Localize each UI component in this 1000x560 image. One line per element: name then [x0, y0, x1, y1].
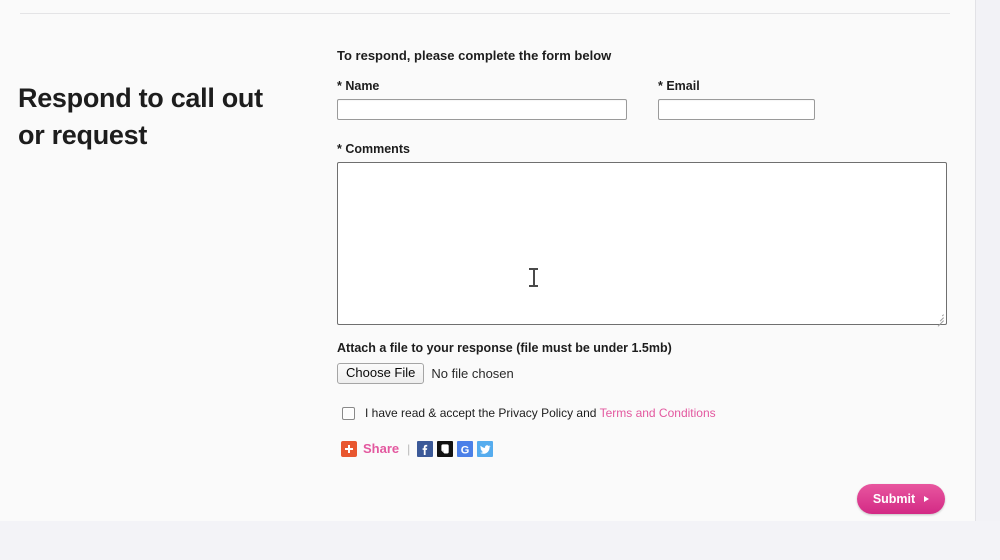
file-input-row: Choose File No file chosen [337, 363, 947, 384]
comments-label: * Comments [337, 142, 410, 156]
attachment-field-group: Attach a file to your response (file mus… [337, 341, 947, 384]
consent-checkbox[interactable] [342, 407, 355, 420]
submit-button-label: Submit [872, 492, 916, 506]
arrow-right-icon [924, 496, 930, 502]
name-field-group: * Name [337, 79, 627, 120]
share-separator: | [407, 442, 411, 456]
page-content-area: Respond to call out or request To respon… [0, 0, 976, 521]
svg-text:G: G [461, 444, 470, 456]
page-title-line-2: or request [18, 120, 148, 151]
choose-file-button[interactable]: Choose File [337, 363, 425, 384]
comments-textarea-wrapper [337, 162, 947, 327]
consent-text: I have read & accept the Privacy Policy … [365, 406, 600, 420]
name-email-row: * Name * Email [337, 79, 947, 120]
comments-field-group: * Comments [337, 142, 947, 327]
attach-file-label: Attach a file to your response (file mus… [337, 341, 672, 355]
twitter-share-icon[interactable] [477, 441, 494, 457]
submit-button[interactable]: Submit [857, 484, 945, 514]
file-status-text: No file chosen [431, 366, 514, 381]
name-label: * Name [337, 79, 380, 93]
page-title-line-1: Respond to call out [18, 83, 263, 114]
top-divider [20, 13, 950, 14]
google-share-icon[interactable]: G [457, 441, 474, 457]
evernote-share-icon[interactable] [437, 441, 454, 457]
addthis-share-bar: Share | G [337, 441, 947, 457]
comments-textarea[interactable] [337, 162, 947, 325]
terms-and-conditions-link[interactable]: Terms and Conditions [600, 406, 716, 420]
share-label[interactable]: Share [363, 441, 399, 457]
respond-form: To respond, please complete the form bel… [337, 48, 947, 457]
consent-row: I have read & accept the Privacy Policy … [337, 406, 947, 421]
email-input[interactable] [658, 99, 815, 120]
page-title: Respond to call out or request [18, 80, 318, 154]
consent-label: I have read & accept the Privacy Policy … [365, 406, 716, 421]
form-intro-text: To respond, please complete the form bel… [337, 48, 612, 63]
addthis-plus-icon[interactable] [341, 441, 357, 457]
facebook-share-icon[interactable] [417, 441, 434, 457]
email-label: * Email [658, 79, 700, 93]
page-bottom-strip [0, 521, 1000, 560]
email-field-group: * Email [658, 79, 815, 120]
name-input[interactable] [337, 99, 627, 120]
